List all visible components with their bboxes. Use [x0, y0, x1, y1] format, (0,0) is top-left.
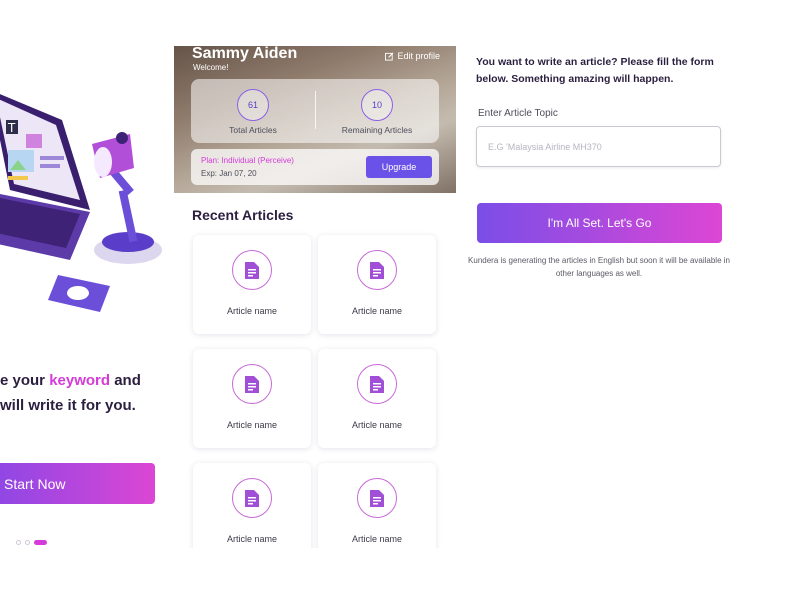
form-intro: You want to write an article? Please fil… — [476, 56, 714, 85]
article-icon-ring — [232, 364, 272, 404]
plan-card: Plan: Individual (Perceive) Exp: Jan 07,… — [191, 149, 439, 185]
edit-profile-label: Edit profile — [397, 51, 440, 61]
plan-name: Plan: Individual (Perceive) — [201, 156, 294, 165]
stat-total-articles: 61 Total Articles — [191, 79, 315, 143]
welcome-text: Welcome! — [193, 63, 229, 72]
document-icon — [370, 261, 384, 279]
upgrade-button[interactable]: Upgrade — [366, 156, 432, 178]
onboarding-screen: T e your keyword and will write it for y… — [0, 0, 172, 600]
article-icon-ring — [357, 478, 397, 518]
topic-label: Enter Article Topic — [478, 108, 558, 119]
laptop-lamp-illustration: T — [0, 94, 162, 312]
article-icon-ring — [357, 250, 397, 290]
recent-articles-title: Recent Articles — [192, 207, 294, 223]
document-icon — [245, 375, 259, 393]
document-icon — [245, 489, 259, 507]
carousel-dots — [16, 540, 47, 545]
edit-icon — [385, 52, 394, 61]
profile-header: Sammy Aiden Welcome! Edit profile 61 Tot… — [174, 46, 456, 193]
user-name: Sammy Aiden — [192, 46, 298, 62]
remaining-articles-count: 10 — [361, 89, 393, 121]
article-name: Article name — [351, 306, 403, 316]
svg-text:T: T — [7, 121, 16, 135]
article-icon-ring — [357, 364, 397, 404]
article-card[interactable]: Article name — [318, 235, 436, 334]
article-icon-ring — [232, 250, 272, 290]
article-name: Article name — [351, 534, 403, 544]
article-name: Article name — [351, 420, 403, 430]
document-icon — [370, 375, 384, 393]
carousel-dot-active[interactable] — [34, 540, 47, 545]
article-card[interactable]: Article name — [193, 235, 311, 334]
article-card[interactable]: Article name — [193, 349, 311, 448]
carousel-dot[interactable] — [16, 540, 21, 545]
total-articles-count: 61 — [237, 89, 269, 121]
article-icon-ring — [232, 478, 272, 518]
article-card[interactable]: Article name — [193, 463, 311, 548]
start-now-button[interactable]: Start Now — [0, 463, 155, 504]
plan-expiry: Exp: Jan 07, 20 — [201, 169, 257, 178]
carousel-dot[interactable] — [25, 540, 30, 545]
language-note: Kundera is generating the articles in En… — [468, 256, 730, 278]
article-card[interactable]: Article name — [318, 349, 436, 448]
stats-card: 61 Total Articles 10 Remaining Articles — [191, 79, 439, 143]
document-icon — [245, 261, 259, 279]
stat-remaining-articles: 10 Remaining Articles — [315, 79, 439, 143]
article-card[interactable]: Article name — [318, 463, 436, 548]
submit-button[interactable]: I'm All Set. Let's Go — [477, 203, 722, 243]
tagline-line2: will write it for you. — [0, 397, 136, 414]
remaining-articles-label: Remaining Articles — [341, 125, 413, 135]
tagline: e your keyword and will write it for you… — [0, 368, 172, 418]
total-articles-label: Total Articles — [229, 125, 277, 135]
tagline-suffix: and — [110, 372, 141, 389]
article-topic-input[interactable] — [476, 126, 721, 167]
article-name: Article name — [226, 420, 278, 430]
article-name: Article name — [226, 534, 278, 544]
tagline-prefix: e your — [0, 372, 50, 389]
article-form-screen: You want to write an article? Please fil… — [468, 46, 730, 306]
edit-profile-link[interactable]: Edit profile — [385, 51, 440, 61]
article-name: Article name — [226, 306, 278, 316]
tagline-keyword: keyword — [49, 372, 111, 389]
document-icon — [370, 489, 384, 507]
dashboard-screen: Sammy Aiden Welcome! Edit profile 61 Tot… — [174, 46, 456, 548]
